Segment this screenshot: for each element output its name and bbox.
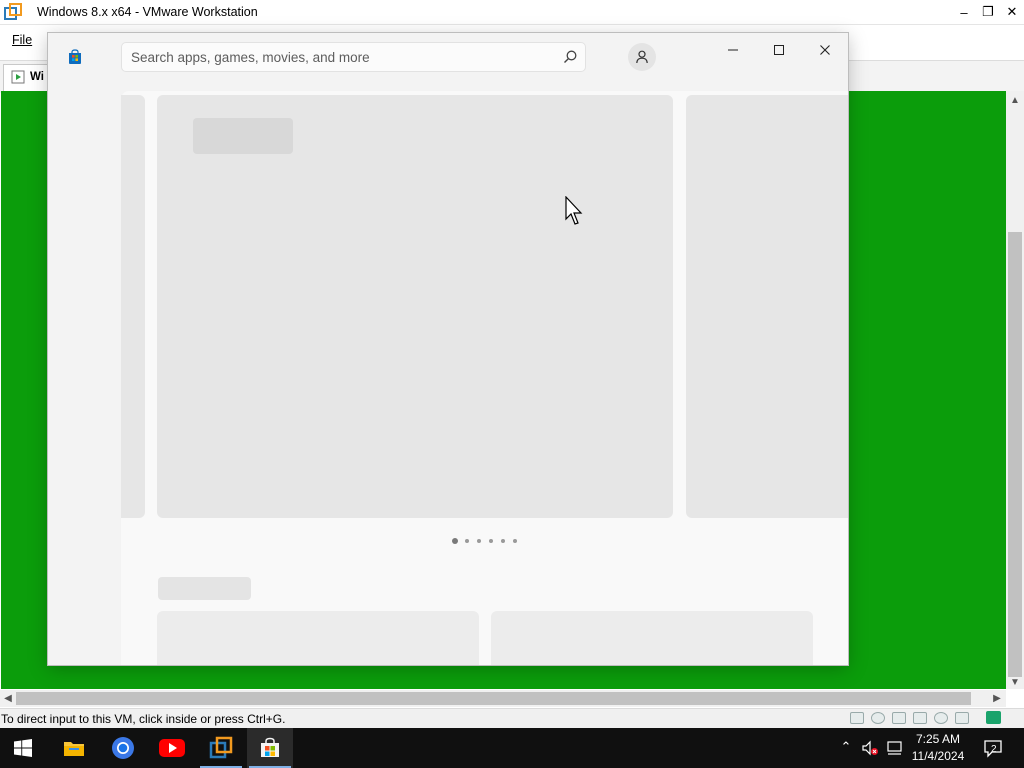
chrome-icon xyxy=(112,737,134,759)
start-button[interactable] xyxy=(0,728,46,768)
carousel-title-placeholder xyxy=(193,118,293,154)
vmware-close-button[interactable]: ✕ xyxy=(1000,0,1024,24)
vmware-minimize-button[interactable]: – xyxy=(952,0,976,24)
carousel-dot[interactable] xyxy=(501,539,505,543)
tile-placeholder-right[interactable] xyxy=(491,611,813,665)
mouse-pointer-icon xyxy=(565,196,583,225)
carousel-card-placeholder[interactable] xyxy=(157,95,673,518)
clock-time[interactable]: 7:25 AM xyxy=(912,732,964,746)
status-message: To direct input to this VM, click inside… xyxy=(1,712,286,726)
clock-date[interactable]: 11/4/2024 xyxy=(908,749,968,763)
taskbar-vmware[interactable] xyxy=(198,728,244,768)
store-minimize-button[interactable] xyxy=(710,38,756,62)
file-explorer-icon xyxy=(64,742,84,756)
carousel-dot-active[interactable] xyxy=(452,538,458,544)
volume-muted-icon[interactable] xyxy=(861,739,879,757)
taskbar-file-explorer[interactable] xyxy=(51,728,97,768)
scroll-left-arrow-icon[interactable]: ◀ xyxy=(1,691,15,705)
usb-icon[interactable] xyxy=(934,712,948,724)
menu-file[interactable]: File xyxy=(12,33,32,47)
menu-file-label: File xyxy=(12,33,33,47)
vm-tab-icon xyxy=(11,70,25,84)
hard-disk-icon[interactable] xyxy=(850,712,864,724)
youtube-icon xyxy=(159,739,185,757)
section-heading-placeholder xyxy=(158,577,251,600)
windows-start-icon xyxy=(14,739,32,757)
floppy-icon[interactable] xyxy=(892,712,906,724)
vmware-maximize-button[interactable]: ❐ xyxy=(976,0,1000,24)
sound-card-icon[interactable] xyxy=(955,712,969,724)
maximize-icon xyxy=(774,45,784,55)
vertical-scroll-thumb[interactable] xyxy=(1008,232,1022,677)
taskbar-youtube[interactable] xyxy=(149,728,195,768)
carousel-card-prev-placeholder[interactable] xyxy=(121,95,145,518)
store-maximize-button[interactable] xyxy=(756,38,802,62)
network-adapter-icon[interactable] xyxy=(913,712,927,724)
window-title: Windows 8.x x64 - VMware Workstation xyxy=(37,5,258,19)
carousel-dot[interactable] xyxy=(477,539,481,543)
horizontal-scroll-thumb[interactable] xyxy=(16,692,971,705)
vmware-app-icon xyxy=(4,3,22,20)
carousel-dot[interactable] xyxy=(465,539,469,543)
carousel-card-next-placeholder[interactable] xyxy=(686,95,848,518)
tile-placeholder-left[interactable] xyxy=(157,611,479,665)
show-hidden-icons-chevron-icon[interactable]: ⌃ xyxy=(838,739,854,757)
scroll-down-arrow-icon[interactable]: ▼ xyxy=(1008,675,1022,689)
store-close-button[interactable] xyxy=(802,38,848,62)
store-logo-icon xyxy=(69,49,81,64)
person-icon xyxy=(636,50,648,64)
close-icon xyxy=(820,45,830,55)
scroll-up-arrow-icon[interactable]: ▲ xyxy=(1008,93,1022,107)
search-icon[interactable] xyxy=(562,49,578,65)
network-icon[interactable] xyxy=(886,739,904,757)
carousel-dot[interactable] xyxy=(513,539,517,543)
message-log-icon[interactable] xyxy=(986,711,1001,724)
notification-count: 2 xyxy=(991,744,997,755)
taskbar-microsoft-store[interactable] xyxy=(247,728,293,768)
account-button[interactable] xyxy=(628,43,656,71)
search-input[interactable]: Search apps, games, movies, and more xyxy=(131,50,531,65)
cd-drive-icon[interactable] xyxy=(871,712,885,724)
minimize-icon xyxy=(728,49,738,51)
vmware-icon xyxy=(209,736,233,759)
scroll-right-arrow-icon[interactable]: ▶ xyxy=(990,691,1004,705)
taskbar-chrome[interactable] xyxy=(100,728,146,768)
microsoft-store-icon xyxy=(261,737,279,757)
vm-tab-label: Wi xyxy=(30,71,44,83)
carousel-dot[interactable] xyxy=(489,539,493,543)
